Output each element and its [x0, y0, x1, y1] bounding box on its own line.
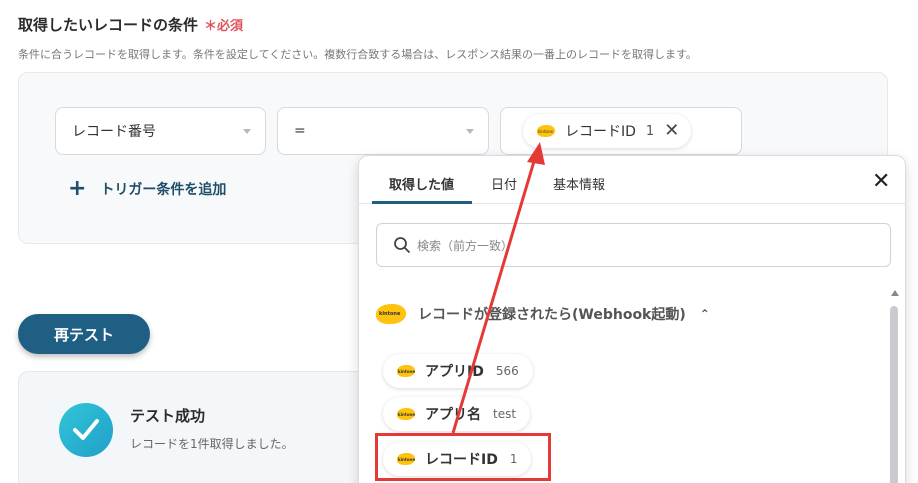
tab-basic-info[interactable]: 基本情報	[553, 174, 605, 193]
item-value: 566	[495, 364, 519, 378]
operator-select[interactable]: =	[277, 107, 489, 155]
tab-bar: 取得した値 日付 基本情報 ✕	[359, 156, 905, 204]
item-label: アプリID	[425, 364, 484, 380]
list-item[interactable]: アプリ名 test	[383, 397, 531, 431]
result-title: テスト成功	[130, 407, 206, 425]
group-label: レコードが登録されたら(Webhook起動)	[418, 307, 686, 323]
field-select[interactable]: レコード番号	[55, 107, 266, 155]
active-tab-indicator	[372, 201, 472, 204]
section-title-text: 取得したいレコードの条件	[18, 16, 199, 34]
tab-date[interactable]: 日付	[491, 174, 517, 193]
check-icon	[59, 403, 113, 457]
value-chip-value: 1	[645, 123, 655, 139]
scroll-up-icon[interactable]	[891, 290, 899, 296]
search-placeholder: 検索（前方一致）	[417, 238, 514, 253]
scrollbar[interactable]	[890, 306, 898, 483]
group-header[interactable]: レコードが登録されたら(Webhook起動) ⌃	[376, 304, 710, 324]
value-picker-dropdown: 取得した値 日付 基本情報 ✕ 検索（前方一致） レコードが登録されたら(Web…	[358, 155, 906, 483]
section-description: 条件に合うレコードを取得します。条件を設定してください。複数行合致する場合は、レ…	[18, 48, 697, 61]
item-label: アプリ名	[425, 407, 481, 423]
add-trigger-condition-button[interactable]: + トリガー条件を追加	[68, 178, 226, 200]
highlight-box	[375, 433, 551, 481]
kintone-logo-icon	[537, 125, 555, 137]
result-message: レコードを1件取得しました。	[130, 437, 294, 451]
kintone-logo-icon	[397, 365, 415, 377]
chevron-up-icon: ⌃	[699, 307, 710, 321]
required-badge: ＊必須	[204, 19, 244, 34]
item-value: test	[493, 407, 517, 421]
chevron-down-icon	[243, 129, 251, 134]
section-title: 取得したいレコードの条件 ＊必須	[18, 14, 243, 35]
operator-select-value: =	[294, 123, 306, 139]
field-select-value: レコード番号	[72, 124, 156, 140]
plus-icon: +	[68, 176, 87, 201]
retest-button[interactable]: 再テスト	[18, 314, 150, 354]
kintone-logo-icon	[376, 304, 406, 324]
tab-acquired-values[interactable]: 取得した値	[389, 174, 454, 193]
value-chip[interactable]: レコードID 1 ✕	[523, 114, 692, 148]
close-icon[interactable]: ✕	[664, 122, 679, 140]
value-chip-label: レコードID	[565, 124, 636, 140]
kintone-logo-icon	[397, 408, 415, 420]
close-icon[interactable]: ✕	[872, 171, 890, 193]
list-item[interactable]: アプリID 566	[383, 354, 533, 388]
chevron-down-icon	[466, 129, 474, 134]
add-trigger-label: トリガー条件を追加	[100, 182, 227, 198]
search-input[interactable]: 検索（前方一致）	[376, 223, 891, 267]
search-icon	[394, 237, 410, 253]
